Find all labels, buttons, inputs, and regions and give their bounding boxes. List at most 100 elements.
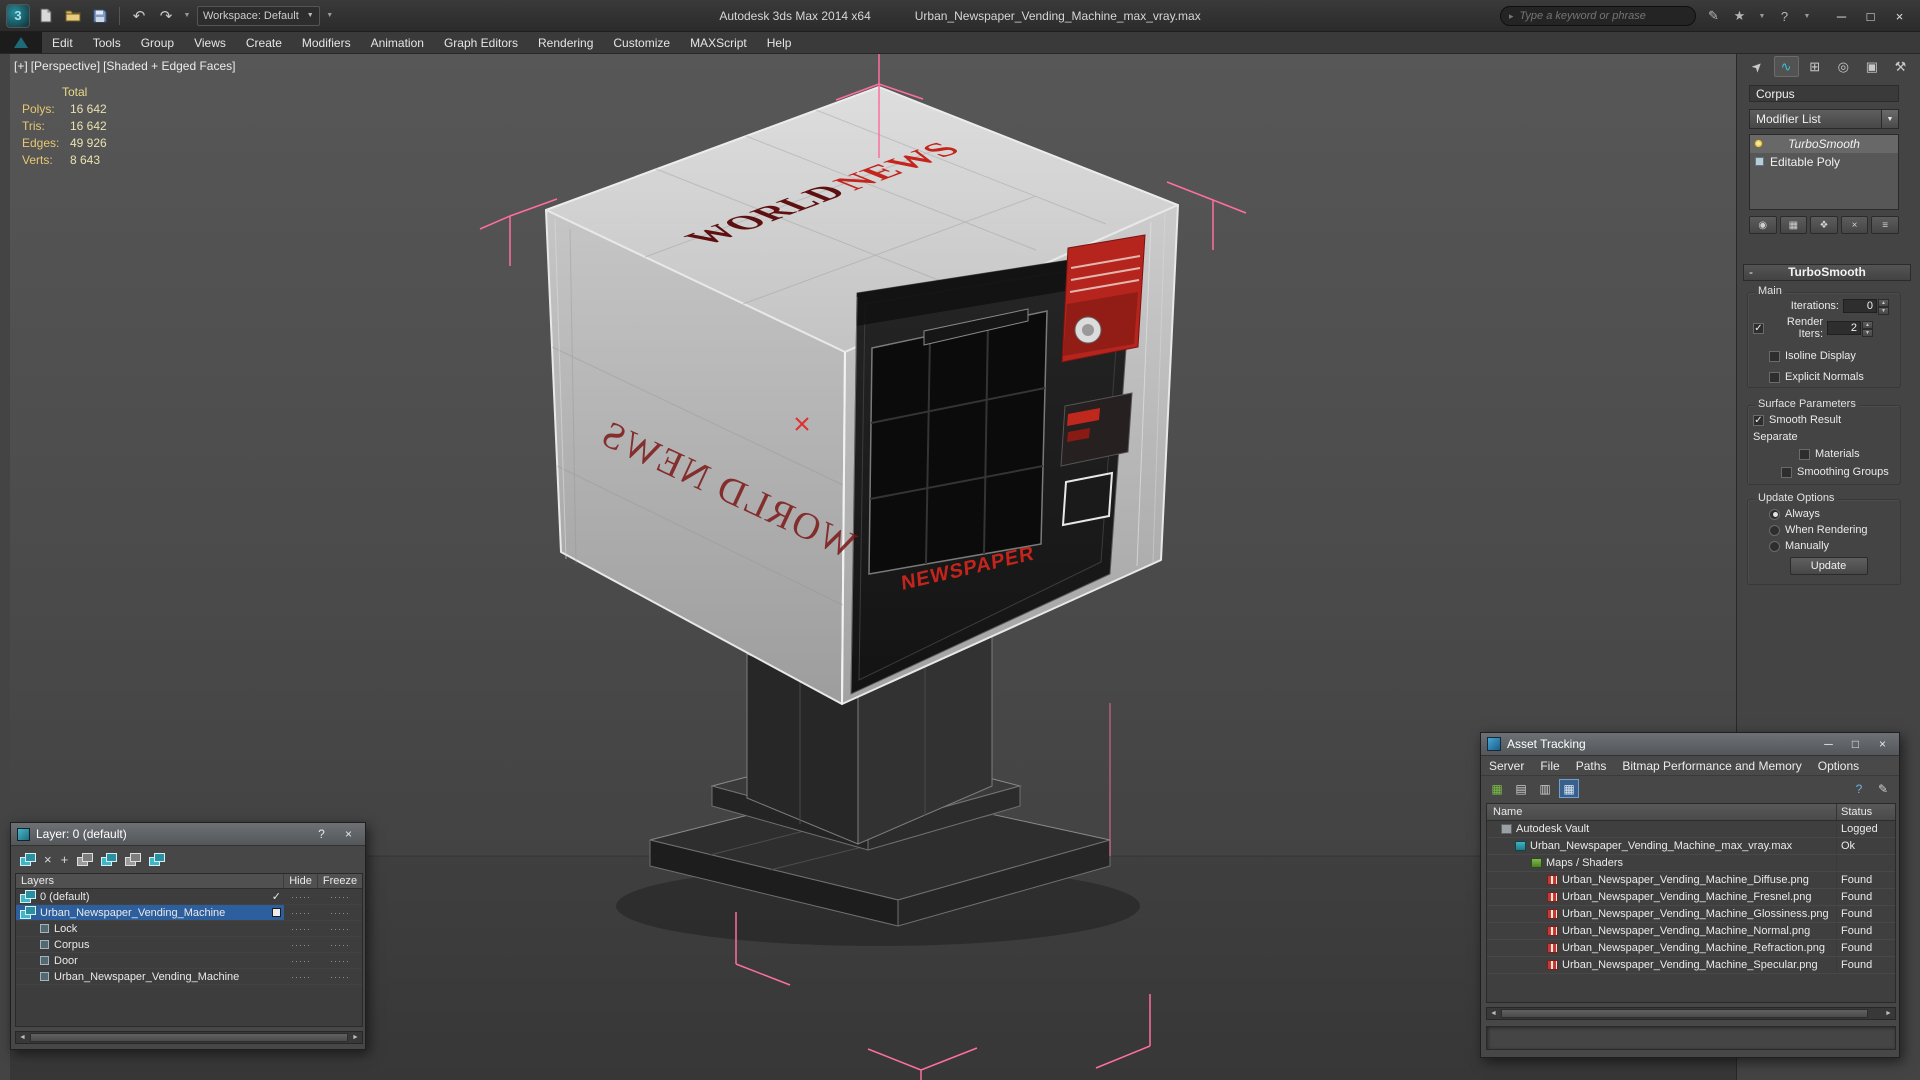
scrollbar-thumb[interactable]: [1501, 1009, 1868, 1018]
asset-minimize-button[interactable]: ─: [1818, 737, 1839, 751]
save-file-button[interactable]: [89, 5, 111, 27]
menu-edit[interactable]: Edit: [42, 32, 83, 53]
asset-row-normal[interactable]: Urban_Newspaper_Vending_Machine_Normal.p…: [1487, 923, 1895, 940]
help-dropdown-icon[interactable]: ▼: [1802, 13, 1812, 20]
column-name[interactable]: Name: [1487, 804, 1837, 820]
isoline-display-checkbox[interactable]: [1769, 350, 1780, 362]
layer-row-vending-machine-object[interactable]: Urban_Newspaper_Vending_Machine ····· ··…: [16, 969, 362, 985]
redo-button[interactable]: ↷: [155, 5, 177, 27]
render-iters-spinner[interactable]: 2: [1827, 321, 1861, 335]
layer-row-door[interactable]: Door ····· ·····: [16, 953, 362, 969]
pin-stack-button[interactable]: ◉: [1749, 216, 1777, 234]
stack-item-editable-poly[interactable]: Editable Poly: [1750, 153, 1898, 171]
manually-radio[interactable]: [1769, 540, 1780, 552]
table-view-icon[interactable]: ▤: [1511, 779, 1531, 798]
menu-group[interactable]: Group: [131, 32, 184, 53]
maximize-button[interactable]: □: [1856, 3, 1885, 29]
viewport-general-menu[interactable]: [+]: [14, 59, 28, 73]
menu-help[interactable]: Help: [757, 32, 802, 53]
when-rendering-radio[interactable]: [1769, 524, 1780, 536]
layer-window-titlebar[interactable]: Layer: 0 (default) ? ×: [11, 823, 365, 846]
menu-animation[interactable]: Animation: [361, 32, 434, 53]
iterations-spinner-arrows[interactable]: ▲ ▼: [1878, 298, 1889, 315]
layer-color-swatch[interactable]: [272, 908, 281, 917]
layer-horizontal-scrollbar[interactable]: ◄ ►: [15, 1031, 363, 1044]
explicit-normals-checkbox[interactable]: [1769, 371, 1780, 383]
asset-row-specular[interactable]: Urban_Newspaper_Vending_Machine_Specular…: [1487, 957, 1895, 974]
star-dropdown-icon[interactable]: ▼: [1757, 13, 1767, 20]
iterations-spinner[interactable]: 0: [1843, 299, 1877, 313]
workspace-selector[interactable]: Workspace: Default ▼: [197, 5, 320, 26]
add-selection-to-layer-icon[interactable]: +: [61, 853, 69, 866]
select-highlighted-layer-icon[interactable]: [77, 852, 94, 866]
layer-row-lock[interactable]: Lock ····· ·····: [16, 921, 362, 937]
layer-row-corpus[interactable]: Corpus ····· ·····: [16, 937, 362, 953]
tab-display-icon[interactable]: ▣: [1859, 56, 1884, 77]
new-file-button[interactable]: [35, 5, 57, 27]
smoothing-groups-checkbox[interactable]: [1781, 466, 1792, 478]
undo-button[interactable]: ↶: [128, 5, 150, 27]
column-hide[interactable]: Hide: [284, 874, 318, 888]
menu-rendering[interactable]: Rendering: [528, 32, 603, 53]
menu-views[interactable]: Views: [184, 32, 236, 53]
tab-utilities-icon[interactable]: ⚒: [1888, 56, 1913, 77]
menu-graph-editors[interactable]: Graph Editors: [434, 32, 528, 53]
workspace-extra-dropdown-icon[interactable]: ▼: [325, 12, 335, 19]
asset-row-diffuse[interactable]: Urban_Newspaper_Vending_Machine_Diffuse.…: [1487, 872, 1895, 889]
scroll-right-icon[interactable]: ►: [349, 1034, 362, 1041]
menu-customize[interactable]: Customize: [603, 32, 680, 53]
asset-tracking-window[interactable]: Asset Tracking ─ □ × Server File Paths B…: [1480, 732, 1900, 1058]
asset-horizontal-scrollbar[interactable]: ◄ ►: [1486, 1007, 1896, 1020]
asset-menu-bitmap-performance[interactable]: Bitmap Performance and Memory: [1614, 759, 1809, 773]
stack-item-turbosmooth[interactable]: TurboSmooth: [1750, 135, 1898, 153]
app-logo-icon[interactable]: 3: [6, 3, 30, 28]
remove-modifier-button[interactable]: ×: [1840, 216, 1869, 234]
refresh-icon[interactable]: ▦: [1487, 779, 1507, 798]
tab-modify-icon[interactable]: ∿: [1773, 56, 1799, 77]
asset-menu-paths[interactable]: Paths: [1568, 759, 1615, 773]
asset-row-refraction[interactable]: Urban_Newspaper_Vending_Machine_Refracti…: [1487, 940, 1895, 957]
hide-unhide-all-icon[interactable]: [149, 852, 166, 866]
layer-help-button[interactable]: ?: [311, 827, 332, 841]
layer-window[interactable]: Layer: 0 (default) ? × × + Layers Hide F…: [10, 822, 366, 1050]
turbosmooth-rollout-header[interactable]: - TurboSmooth: [1743, 264, 1911, 281]
show-end-result-button[interactable]: ▦: [1779, 216, 1808, 234]
tab-motion-icon[interactable]: ◎: [1831, 56, 1856, 77]
column-status[interactable]: Status: [1837, 804, 1895, 820]
menu-maxscript[interactable]: MAXScript: [680, 32, 757, 53]
scroll-left-icon[interactable]: ◄: [16, 1034, 29, 1041]
delete-layer-icon[interactable]: ×: [44, 853, 52, 866]
render-iters-spinner-arrows[interactable]: ▲ ▼: [1862, 320, 1873, 337]
help-search-box[interactable]: ▸: [1500, 6, 1696, 26]
layer-close-button[interactable]: ×: [338, 827, 359, 841]
asset-row-max-file[interactable]: Urban_Newspaper_Vending_Machine_max_vray…: [1487, 838, 1895, 855]
asset-menu-file[interactable]: File: [1532, 759, 1567, 773]
modifier-list-dropdown[interactable]: Modifier List ▼: [1749, 109, 1899, 129]
viewport-shading-menu[interactable]: [Shaded + Edged Faces]: [103, 59, 235, 73]
tab-hierarchy-icon[interactable]: ⊞: [1802, 56, 1827, 77]
column-layers[interactable]: Layers: [16, 874, 284, 888]
pen-icon[interactable]: ✎: [1705, 8, 1722, 24]
list-view-icon[interactable]: ▥: [1535, 779, 1555, 798]
asset-row-glossiness[interactable]: Urban_Newspaper_Vending_Machine_Glossine…: [1487, 906, 1895, 923]
asset-close-button[interactable]: ×: [1872, 737, 1893, 751]
search-input[interactable]: [1519, 10, 1687, 22]
make-unique-button[interactable]: ❖: [1810, 216, 1838, 234]
viewport-pov-menu[interactable]: [Perspective]: [31, 59, 100, 73]
menu-tools[interactable]: Tools: [83, 32, 131, 53]
asset-row-maps-shaders[interactable]: Maps / Shaders: [1487, 855, 1895, 872]
grid-view-icon[interactable]: ▦: [1559, 779, 1579, 798]
max-menu-logo[interactable]: [0, 32, 42, 53]
menu-modifiers[interactable]: Modifiers: [292, 32, 361, 53]
modifier-enabled-bulb-icon[interactable]: [1754, 139, 1763, 148]
history-dropdown-icon[interactable]: ▼: [182, 12, 192, 19]
set-current-layer-icon[interactable]: [101, 852, 118, 866]
configure-modifier-sets-button[interactable]: ≡: [1871, 216, 1899, 234]
help-icon[interactable]: ?: [1776, 9, 1793, 24]
create-layer-icon[interactable]: [20, 852, 36, 866]
close-button[interactable]: ×: [1885, 3, 1914, 29]
tab-create-icon[interactable]: ➤: [1745, 56, 1770, 77]
materials-checkbox[interactable]: [1799, 448, 1810, 460]
smooth-result-checkbox[interactable]: ✓: [1753, 414, 1764, 426]
asset-tracking-titlebar[interactable]: Asset Tracking ─ □ ×: [1481, 733, 1899, 756]
